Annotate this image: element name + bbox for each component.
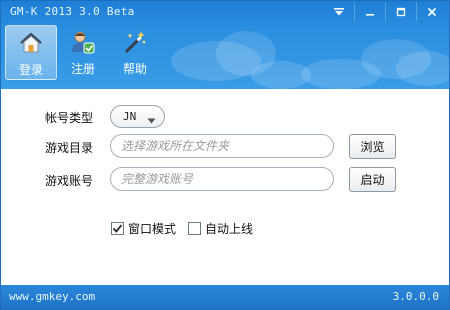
checkbox-box[interactable]: [111, 222, 124, 235]
close-button[interactable]: [416, 2, 447, 21]
auto-online-label: 自动上线: [205, 222, 254, 236]
minimize-button[interactable]: [354, 2, 385, 21]
cloud-decoration: [251, 61, 311, 89]
cloud-decoration: [396, 51, 449, 86]
status-footer: www.gmkey.com 3.0.0.0: [1, 285, 449, 309]
window-title: GM-K 2013 3.0 Beta: [10, 5, 135, 18]
window-mode-label: 窗口模式: [128, 222, 177, 236]
tab-login-label: 登录: [18, 63, 43, 77]
options-row: 窗口模式 自动上线: [1, 220, 449, 238]
tab-login[interactable]: 登录: [5, 25, 57, 80]
maximize-button[interactable]: [385, 2, 416, 21]
account-type-select[interactable]: JN: [110, 105, 165, 128]
browse-button[interactable]: 浏览: [349, 134, 396, 159]
tab-help[interactable]: 帮助: [109, 25, 161, 80]
game-account-row: 游戏账号 启动: [1, 167, 449, 193]
game-dir-input[interactable]: [110, 134, 334, 158]
tab-register[interactable]: 注册: [57, 25, 109, 80]
website-link[interactable]: www.gmkey.com: [9, 290, 95, 303]
menu-down-icon: [333, 7, 345, 17]
version-label: 3.0.0.0: [392, 290, 439, 303]
account-type-label: 帐号类型: [45, 111, 94, 125]
minimize-icon: [365, 7, 375, 17]
chevron-down-icon: [147, 114, 156, 127]
home-icon: [17, 29, 45, 57]
menu-button[interactable]: [323, 2, 354, 21]
game-account-input[interactable]: [110, 167, 334, 191]
tab-register-label: 注册: [70, 62, 95, 76]
launch-button[interactable]: 启动: [349, 167, 396, 192]
magic-wand-icon: [121, 28, 149, 56]
game-account-label: 游戏账号: [45, 174, 94, 188]
game-dir-row: 游戏目录 浏览: [1, 134, 449, 160]
checkbox-box[interactable]: [188, 222, 201, 235]
window-controls: [323, 2, 447, 21]
account-type-row: 帐号类型 JN: [1, 104, 449, 130]
checkmark-icon: [112, 224, 123, 233]
close-icon: [427, 7, 437, 17]
tab-help-label: 帮助: [122, 62, 147, 76]
window-mode-checkbox[interactable]: 窗口模式: [111, 220, 176, 237]
game-dir-label: 游戏目录: [45, 141, 94, 155]
user-check-icon: [69, 28, 97, 56]
header-banner: GM-K 2013 3.0 Beta 登录 注册 帮助: [1, 1, 449, 89]
maximize-icon: [396, 7, 406, 17]
auto-online-checkbox[interactable]: 自动上线: [188, 220, 253, 237]
app-window: GM-K 2013 3.0 Beta 登录 注册 帮助 帐号类型 JN 游戏目录…: [0, 0, 450, 310]
account-type-value: JN: [123, 110, 137, 123]
main-toolbar: 登录 注册 帮助: [5, 25, 161, 80]
